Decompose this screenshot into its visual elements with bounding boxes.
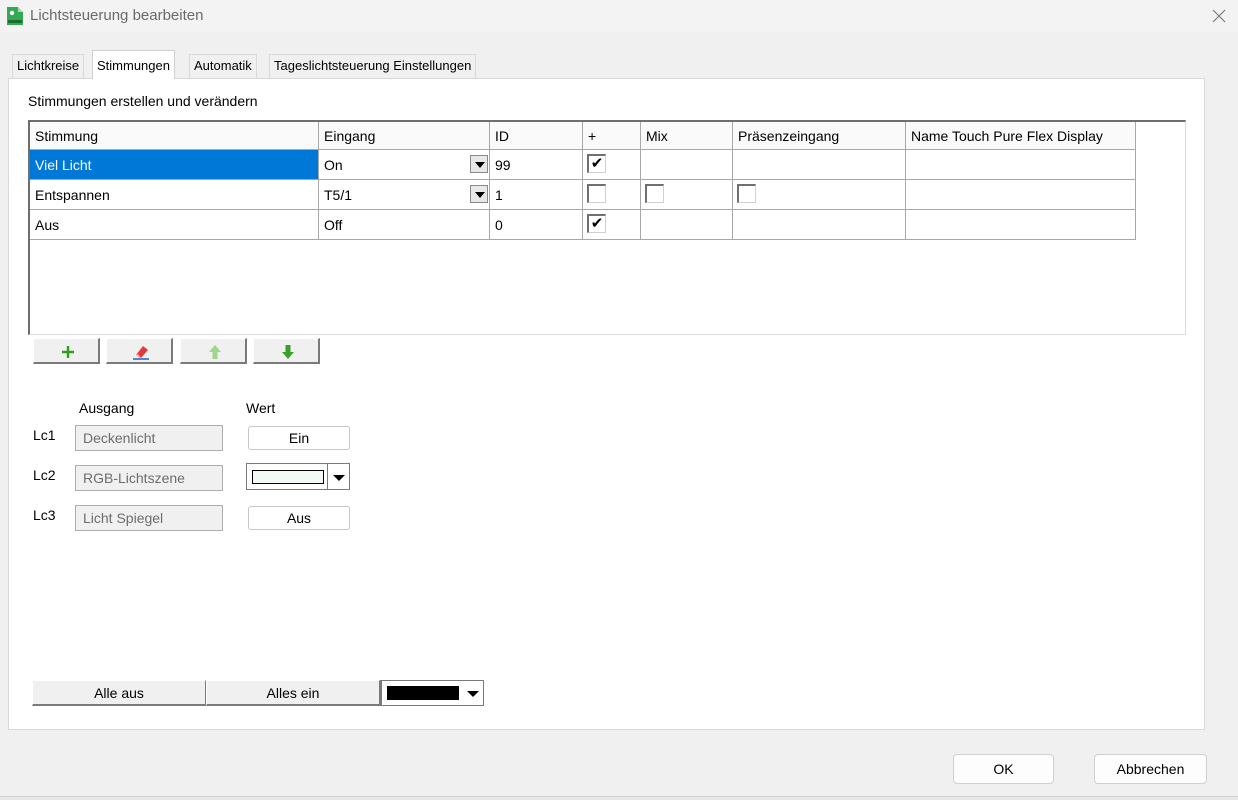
grid-cell-id[interactable]: 1 bbox=[490, 180, 583, 210]
eingang-dropdown-icon[interactable] bbox=[470, 155, 488, 173]
plus-checkbox[interactable]: ✔ bbox=[587, 154, 606, 173]
grid-cell-stimmung[interactable]: Aus bbox=[30, 210, 319, 240]
lc3-label: Lc3 bbox=[33, 507, 56, 523]
grid-cell-name-display[interactable] bbox=[906, 180, 1136, 210]
grid-header-eingang[interactable]: Eingang bbox=[319, 122, 490, 150]
grid-cell-stimmung[interactable]: Entspannen bbox=[30, 180, 319, 210]
lc2-color-dropdown[interactable] bbox=[246, 463, 350, 490]
eingang-value: T5/1 bbox=[324, 187, 353, 203]
lc2-label: Lc2 bbox=[33, 467, 56, 483]
plus-icon bbox=[62, 346, 74, 358]
lc2-color-swatch bbox=[252, 470, 324, 484]
mix-checkbox[interactable] bbox=[645, 184, 664, 203]
move-up-button[interactable] bbox=[180, 338, 247, 364]
lc1-value-button[interactable]: Ein bbox=[248, 426, 350, 450]
grid-cell-praesenz[interactable] bbox=[733, 210, 906, 240]
app-icon bbox=[6, 6, 24, 26]
add-stimmung-button[interactable] bbox=[33, 338, 100, 364]
grid-cell-eingang[interactable]: T5/1 bbox=[319, 180, 490, 210]
stimmungen-grid[interactable]: Stimmung Eingang ID + Mix Präsenzeingang… bbox=[28, 120, 1186, 335]
grid-header-mix[interactable]: Mix bbox=[641, 122, 733, 150]
grid-cell-id[interactable]: 99 bbox=[490, 150, 583, 180]
window-title: Lichtsteuerung bearbeiten bbox=[30, 7, 204, 24]
grid-cell-id[interactable]: 0 bbox=[490, 210, 583, 240]
plus-checkbox[interactable] bbox=[587, 184, 606, 203]
grid-cell-name-display[interactable] bbox=[906, 210, 1136, 240]
lc1-output-field: Deckenlicht bbox=[75, 425, 223, 451]
grid-cell-stimmung[interactable]: Viel Licht bbox=[30, 150, 319, 180]
grid-cell-praesenz[interactable] bbox=[733, 180, 906, 210]
lc1-label: Lc1 bbox=[33, 427, 56, 443]
grid-header-plus[interactable]: + bbox=[583, 122, 641, 150]
section-title: Stimmungen erstellen und verändern bbox=[28, 91, 1140, 115]
grid-header-praesenzeingang[interactable]: Präsenzeingang bbox=[733, 122, 906, 150]
plus-checkbox[interactable]: ✔ bbox=[587, 214, 606, 233]
tab-stimmungen[interactable]: Stimmungen bbox=[92, 50, 175, 79]
outputs-header: Ausgang Wert bbox=[74, 397, 401, 423]
grid-cell-mix[interactable] bbox=[641, 150, 733, 180]
chevron-down-icon[interactable] bbox=[462, 681, 484, 705]
ausgang-header: Ausgang bbox=[79, 400, 135, 416]
tab-tageslichtsteuerung[interactable]: Tageslichtsteuerung Einstellungen bbox=[269, 54, 477, 78]
eingang-dropdown-icon[interactable] bbox=[470, 185, 488, 203]
eingang-value: On bbox=[324, 157, 343, 173]
alles-ein-button[interactable]: Alles ein bbox=[206, 680, 380, 706]
grid-cell-mix[interactable] bbox=[641, 210, 733, 240]
praesenz-checkbox[interactable] bbox=[737, 184, 756, 203]
grid-header-stimmung[interactable]: Stimmung bbox=[30, 122, 319, 150]
all-color-dropdown[interactable] bbox=[380, 680, 484, 706]
chevron-down-icon[interactable] bbox=[327, 464, 349, 489]
grid-header-id[interactable]: ID bbox=[490, 122, 583, 150]
lc3-output-field: Licht Spiegel bbox=[75, 505, 223, 531]
cancel-button[interactable]: Abbrechen bbox=[1094, 754, 1207, 784]
arrow-up-icon bbox=[209, 345, 221, 359]
grid-cell-name-display[interactable] bbox=[906, 150, 1136, 180]
grid-cell-eingang[interactable]: Off bbox=[319, 210, 490, 240]
lc2-output-field: RGB-Lichtszene bbox=[75, 465, 223, 491]
ok-button[interactable]: OK bbox=[953, 754, 1054, 784]
alle-aus-button[interactable]: Alle aus bbox=[32, 680, 206, 706]
move-down-button[interactable] bbox=[253, 338, 320, 364]
tab-automatik[interactable]: Automatik bbox=[189, 54, 257, 78]
window-bottom-edge bbox=[0, 796, 1238, 800]
eraser-icon bbox=[133, 346, 149, 360]
arrow-down-icon bbox=[282, 345, 294, 359]
tab-lichtkreise[interactable]: Lichtkreise bbox=[12, 54, 85, 78]
grid-cell-eingang[interactable]: On bbox=[319, 150, 490, 180]
grid-header-name-display[interactable]: Name Touch Pure Flex Display bbox=[906, 122, 1136, 150]
wert-header: Wert bbox=[246, 400, 276, 416]
delete-stimmung-button[interactable] bbox=[106, 338, 173, 364]
grid-cell-praesenz[interactable] bbox=[733, 150, 906, 180]
lc3-value-button[interactable]: Aus bbox=[248, 506, 350, 530]
close-icon[interactable] bbox=[1206, 3, 1232, 29]
all-color-swatch bbox=[387, 686, 459, 700]
